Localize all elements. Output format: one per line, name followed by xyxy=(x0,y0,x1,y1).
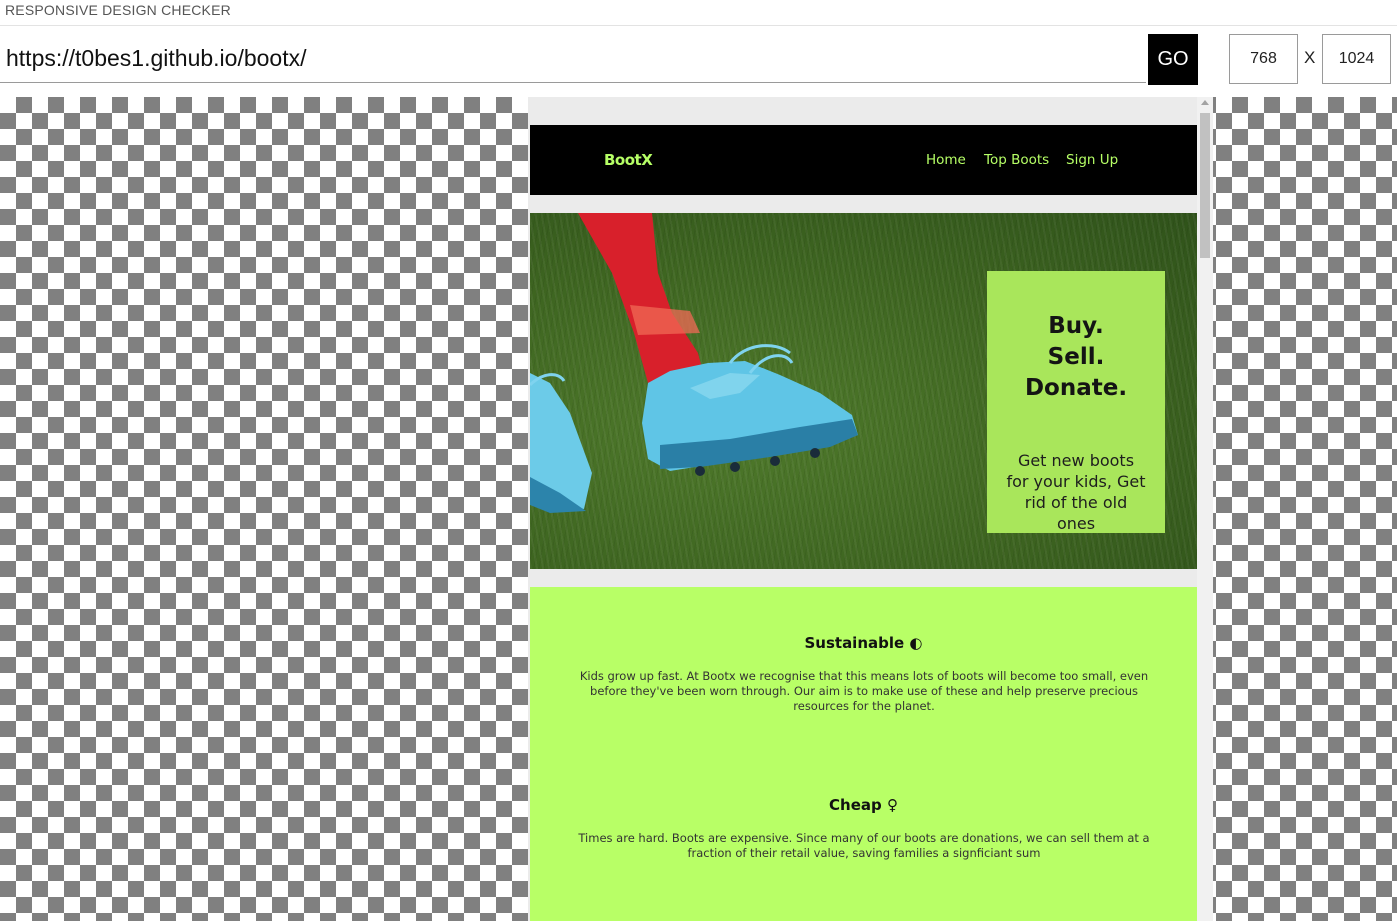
hero-banner: Buy. Sell. Donate. Get new boots for you… xyxy=(530,213,1197,569)
hero-line-buy: Buy. xyxy=(1048,313,1104,339)
preview-frame[interactable]: BootX Home Top Boots Sign Up Buy. Sell. … xyxy=(528,97,1213,921)
height-input[interactable] xyxy=(1322,34,1391,84)
go-button[interactable]: GO xyxy=(1148,34,1198,85)
url-input[interactable] xyxy=(0,35,1146,83)
site-logo[interactable]: BootX xyxy=(604,151,653,169)
dimension-separator: X xyxy=(1304,48,1316,67)
feature-title-text: Cheap xyxy=(829,796,882,814)
feature-title-sustainable: Sustainable ◐ xyxy=(530,634,1197,652)
feature-text-sustainable: Kids grow up fast. At Bootx we recognise… xyxy=(579,669,1149,713)
hero-subtitle: Get new boots for your kids, Get rid of … xyxy=(1006,451,1146,533)
hero-cta-box: Buy. Sell. Donate. Get new boots for you… xyxy=(987,271,1165,533)
app-title: RESPONSIVE DESIGN CHECKER xyxy=(5,2,231,18)
hero-line-sell: Sell. xyxy=(1047,344,1105,370)
nav-link-top-boots[interactable]: Top Boots xyxy=(984,152,1049,168)
nav-link-home[interactable]: Home xyxy=(926,152,966,168)
site-navbar: BootX Home Top Boots Sign Up xyxy=(530,125,1197,195)
feature-title-cheap: Cheap ♀ xyxy=(530,796,1197,814)
scrollbar-thumb[interactable] xyxy=(1200,113,1210,258)
features-section: Sustainable ◐ Kids grow up fast. At Boot… xyxy=(530,587,1197,921)
feature-title-text: Sustainable xyxy=(804,634,905,652)
nav-link-sign-up[interactable]: Sign Up xyxy=(1066,152,1118,168)
scroll-up-arrow-icon[interactable] xyxy=(1201,100,1209,105)
feature-text-cheap: Times are hard. Boots are expensive. Sin… xyxy=(578,831,1150,860)
globe-icon: ◐ xyxy=(909,634,923,652)
header-divider xyxy=(0,25,1397,26)
hero-line-donate: Donate. xyxy=(1024,375,1128,401)
width-input[interactable] xyxy=(1229,34,1298,84)
money-bag-icon: ♀ xyxy=(886,796,898,814)
preview-scrollbar[interactable] xyxy=(1197,97,1213,921)
